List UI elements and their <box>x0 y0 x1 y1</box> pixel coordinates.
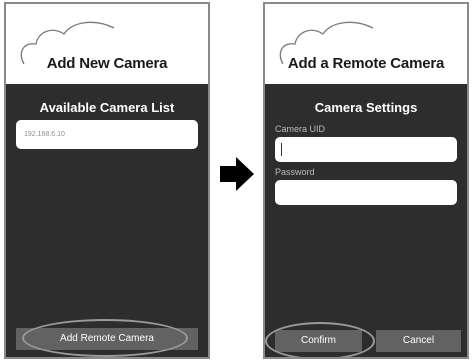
add-new-camera-screen: Add New Camera Available Camera List 192… <box>4 2 210 359</box>
confirm-button[interactable]: Confirm <box>275 330 362 352</box>
text-cursor <box>281 143 282 156</box>
arrow-right-icon <box>220 157 254 191</box>
header: Add New Camera <box>6 4 208 84</box>
page-title: Add New Camera <box>46 55 168 72</box>
password-label: Password <box>275 167 315 177</box>
header: Add a Remote Camera <box>265 4 467 84</box>
page-title: Add a Remote Camera <box>287 55 445 72</box>
add-remote-camera-screen: Add a Remote Camera Camera Settings Came… <box>263 2 469 359</box>
add-remote-camera-button[interactable]: Add Remote Camera <box>16 328 198 350</box>
cancel-button[interactable]: Cancel <box>376 330 461 352</box>
list-title: Available Camera List <box>39 100 175 115</box>
camera-uid-label: Camera UID <box>275 124 326 134</box>
camera-list-item[interactable]: 192.168.6.10 <box>16 120 198 149</box>
settings-title: Camera Settings <box>314 100 418 115</box>
password-input[interactable] <box>275 180 457 205</box>
camera-uid-input[interactable] <box>275 137 457 162</box>
